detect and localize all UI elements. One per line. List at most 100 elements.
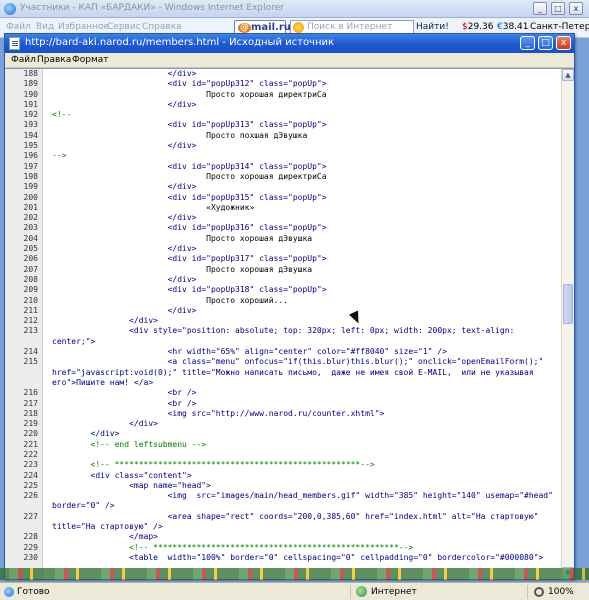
menu-file[interactable]: Файл — [6, 22, 31, 32]
code-line: 214 <hr width="65%" align="center" color… — [5, 347, 561, 357]
line-code: Просто хорошая директриСа — [52, 171, 327, 181]
line-code: --> — [52, 151, 67, 161]
line-code: <!-- ***********************************… — [52, 542, 414, 552]
line-code: <map name="head"> — [52, 480, 211, 490]
line-number: 206 — [23, 254, 38, 264]
line-code: <div id="popUp316" class="popUp"> — [52, 223, 327, 233]
code-line: 213 <div style="position: absolute; top:… — [5, 326, 561, 347]
line-code: <div id="popUp315" class="popUp"> — [52, 192, 327, 202]
line-code: <div id="popUp314" class="popUp"> — [52, 161, 327, 171]
code-line: 203 <div id="popUp316" class="popUp"> — [5, 223, 561, 233]
line-number: 228 — [23, 532, 38, 542]
zoom-level[interactable]: 100% — [548, 587, 574, 597]
code-line: 218 <img src="http://www.narod.ru/counte… — [5, 409, 561, 419]
source-close-icon[interactable]: x — [556, 36, 571, 50]
line-number: 220 — [23, 429, 38, 439]
line-number: 223 — [23, 460, 38, 470]
line-number: 219 — [23, 419, 38, 429]
status-text: Готово — [17, 587, 50, 597]
menu-help[interactable]: Справка — [142, 22, 182, 32]
line-code: <a class="menu" onfocus="if(this.blur)th… — [52, 357, 549, 387]
status-divider — [350, 585, 351, 599]
line-number: 188 — [23, 69, 38, 78]
code-line: 196 --> — [5, 151, 561, 161]
security-zone: Интернет — [371, 587, 417, 597]
line-code: </map> — [52, 532, 158, 542]
line-code: <div style="position: absolute; top: 320… — [52, 326, 520, 346]
document-icon — [9, 37, 20, 50]
line-code: <!-- ***********************************… — [52, 460, 375, 470]
source-menu-edit[interactable]: Правка — [37, 55, 71, 65]
line-code: </div> — [52, 244, 197, 254]
line-number: 212 — [23, 316, 38, 326]
code-line: 201 «Художник» — [5, 203, 561, 213]
line-code: <area shape="rect" coords="200,0,385,60"… — [52, 511, 544, 532]
code-line: 224 <div class="content"> — [5, 471, 561, 481]
zoom-icon[interactable] — [534, 587, 544, 597]
source-menu-bar: Файл Правка Формат — [5, 53, 574, 68]
source-minimize-icon[interactable]: _ — [520, 36, 535, 50]
minimize-icon[interactable]: _ — [533, 2, 547, 15]
line-number: 198 — [23, 171, 38, 181]
line-code: Просто похшая дЭвушка — [52, 130, 308, 140]
line-number: 190 — [23, 89, 38, 99]
ie-logo-icon — [4, 3, 16, 15]
line-number: 210 — [23, 295, 38, 305]
source-menu-file[interactable]: Файл — [11, 55, 36, 65]
vertical-scrollbar[interactable]: ▲ ▼ — [561, 69, 574, 579]
code-line: 211 </div> — [5, 306, 561, 316]
line-code: <div id="popUp317" class="popUp"> — [52, 254, 327, 264]
eur-rate: €38.41 — [497, 22, 529, 32]
line-number: 225 — [23, 480, 38, 490]
scroll-up-icon[interactable]: ▲ — [562, 69, 574, 81]
line-number: 199 — [23, 182, 38, 192]
maximize-icon[interactable]: □ — [551, 2, 565, 15]
menu-view[interactable]: Вид — [36, 22, 54, 32]
line-number: 203 — [23, 223, 38, 233]
line-code: </div> — [52, 141, 197, 151]
code-line: 221 <!-- end leftsubmenu --> — [5, 440, 561, 450]
search-icon — [293, 22, 304, 33]
code-line: 210 Просто хороший... — [5, 296, 561, 306]
line-number: 196 — [23, 151, 38, 161]
close-icon[interactable]: x — [569, 2, 583, 15]
line-code: </div> — [52, 69, 197, 78]
menu-tools[interactable]: Сервис — [107, 22, 141, 32]
line-code: <div class="content"> — [52, 470, 192, 480]
line-code: </div> — [52, 274, 197, 284]
code-line: 223 <!-- *******************************… — [5, 460, 561, 470]
line-number: 227 — [23, 511, 38, 521]
line-code: <!-- — [52, 110, 72, 120]
line-number: 214 — [23, 347, 38, 357]
code-line: 219 </div> — [5, 419, 561, 429]
find-button[interactable]: Найти! — [416, 22, 449, 32]
code-line: 216 <br /> — [5, 388, 561, 398]
code-line: 230 <table width="100%" border="0" cells… — [5, 553, 561, 563]
source-maximize-icon[interactable]: □ — [538, 36, 553, 50]
line-number: 194 — [23, 130, 38, 140]
source-menu-format[interactable]: Формат — [72, 55, 109, 65]
page-icon — [4, 587, 14, 597]
line-code: </div> — [52, 419, 158, 429]
status-bar: Готово Интернет 100% — [0, 582, 589, 600]
line-code: </div> — [52, 99, 197, 109]
line-number: 215 — [23, 357, 38, 367]
source-window: http://bard-aki.narod.ru/members.html - … — [4, 33, 575, 580]
code-line: 190 Просто хорошая директриСа — [5, 90, 561, 100]
code-line: 229 <!-- *******************************… — [5, 543, 561, 553]
line-number: 202 — [23, 213, 38, 223]
code-line: 188 </div> — [5, 69, 561, 79]
city-weather[interactable]: Санкт-Петерб — [530, 22, 589, 32]
background-window-title: Участники - КАП «БАРДАКИ» - Windows Inte… — [20, 3, 284, 13]
line-number: 208 — [23, 274, 38, 284]
menu-favorites[interactable]: Избранное — [58, 22, 109, 32]
line-number: 209 — [23, 285, 38, 295]
source-code-view[interactable]: 188 </div> 189 <div id="popUp312" class="… — [5, 68, 574, 579]
code-line: 206 <div id="popUp317" class="popUp"> — [5, 254, 561, 264]
garland-decoration — [0, 568, 589, 580]
line-number: 217 — [23, 398, 38, 408]
scrollbar-thumb[interactable] — [563, 284, 573, 324]
line-number: 230 — [23, 552, 38, 562]
line-code: Просто хорошая дЭвушка — [52, 233, 313, 243]
code-line: 192 <!-- — [5, 110, 561, 120]
